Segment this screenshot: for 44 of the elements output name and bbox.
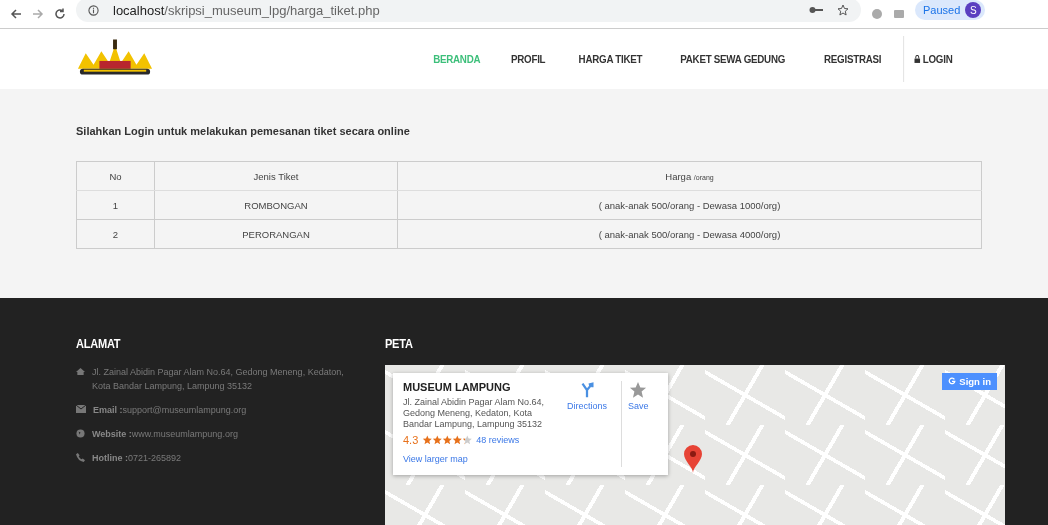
info-icon: [88, 4, 99, 16]
contact-text: Email :support@museumlampung.org: [93, 404, 247, 417]
table-cell: ROMBONGAN: [154, 190, 398, 220]
home-icon: [76, 367, 85, 376]
key-icon[interactable]: [809, 6, 823, 15]
column-header: No: [76, 161, 155, 191]
map-pin-icon: [683, 445, 703, 473]
map-placeholder[interactable]: MUSEUM LAMPUNG Jl. Zainal Abidin Pagar Alam No.64, Gedong Meneng, Kedaton, Kota Bandar Lampung, Lampung 35132 4.3 48 reviews View larger map Directions Save Sign in: [385, 365, 1005, 525]
address-heading: ALAMAT: [76, 336, 122, 351]
contact-text: Jl. Zainal Abidin Pagar Alam No.64, Gedong Meneng, Kedaton, Kota Bandar Lampung, Lampung 35132: [92, 366, 345, 393]
nav-link[interactable]: PAKET SEWA GEDUNG: [670, 53, 796, 66]
table-cell: 1: [76, 190, 155, 220]
nav-link[interactable]: HARGA TIKET: [568, 53, 653, 66]
larger-map-link[interactable]: View larger map: [403, 454, 553, 464]
login-notice: Silahkan Login untuk melakukan pemesanan tiket secara online: [76, 125, 411, 138]
place-address: Jl. Zainal Abidin Pagar Alam No.64, Gedong Meneng, Kedaton, Kota Bandar Lampung, Lampung 35132: [403, 397, 546, 430]
contact-text: Hotline :0721-265892: [92, 452, 182, 465]
place-name: MUSEUM LAMPUNG: [403, 381, 512, 393]
contact-text: Website :www.museumlampung.org: [92, 428, 238, 441]
reviews-link[interactable]: 48 reviews: [476, 435, 520, 445]
table-cell: ( anak-anak 500/orang - Dewasa 4000/org): [397, 219, 982, 249]
envelope-icon: [76, 405, 86, 413]
lock-icon: [914, 55, 921, 64]
nav-link[interactable]: REGISTRASI: [813, 53, 892, 66]
google-plus-icon: [948, 377, 957, 386]
save-button[interactable]: Save: [621, 381, 655, 467]
table-cell: ( anak-anak 500/orang - Dewasa 1000/org): [397, 190, 982, 220]
star-icon: [629, 381, 648, 399]
directions-button[interactable]: Directions: [561, 381, 613, 467]
star-icon[interactable]: [837, 4, 849, 17]
phone-icon: [76, 453, 85, 462]
profile-button[interactable]: Paused S: [915, 0, 986, 21]
globe-icon: [76, 429, 85, 438]
table-cell: PERORANGAN: [154, 219, 398, 249]
column-header: Jenis Tiket: [154, 161, 398, 191]
rating-value: 4.3: [403, 434, 419, 446]
map-heading: PETA: [385, 336, 414, 351]
url-text: localhost/skripsi_museum_lpg/harga_tiket.php: [113, 2, 380, 18]
table-cell: 2: [76, 219, 155, 249]
reload-icon[interactable]: [54, 8, 66, 21]
address-bar[interactable]: localhost/skripsi_museum_lpg/harga_tiket.php: [76, 0, 861, 23]
login-link[interactable]: LOGIN: [903, 36, 963, 83]
nav-link[interactable]: PROFIL: [501, 53, 556, 66]
back-icon[interactable]: [10, 8, 22, 21]
